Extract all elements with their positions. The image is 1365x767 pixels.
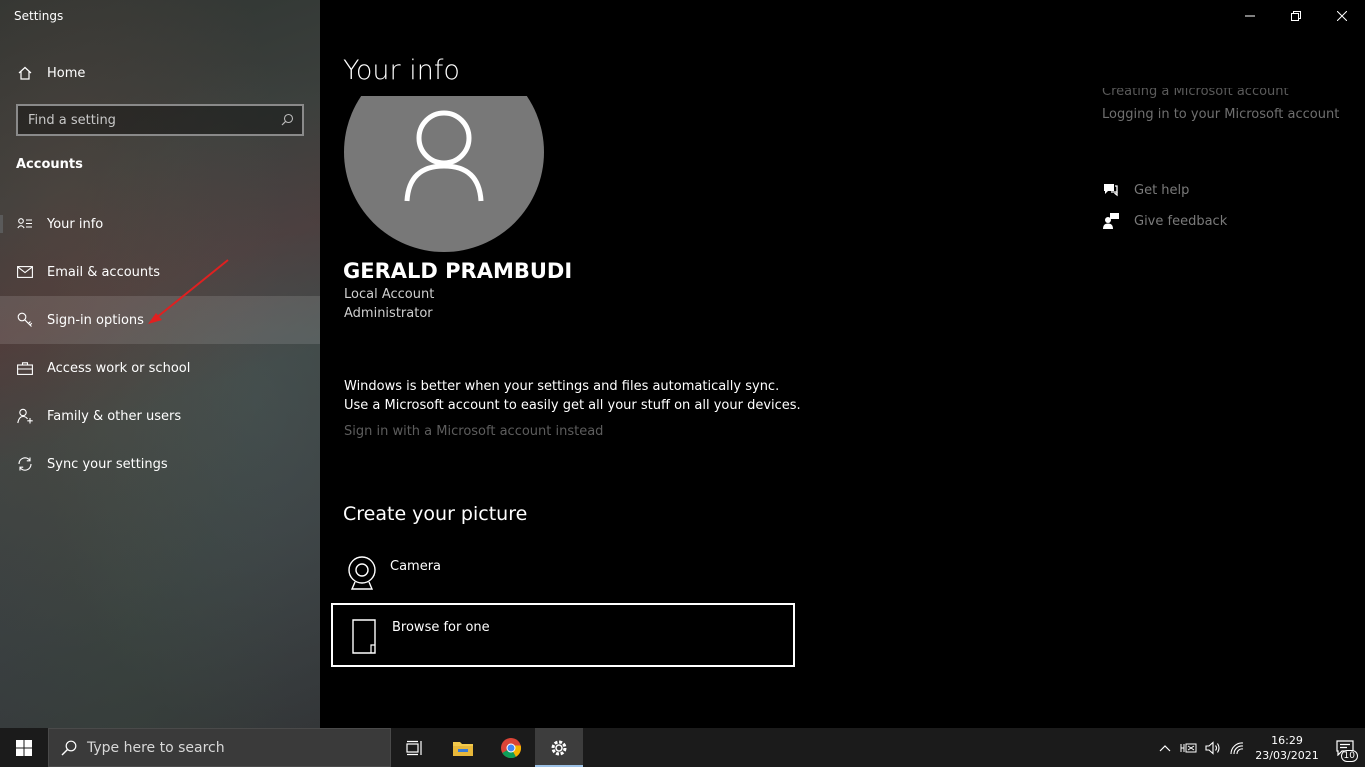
camera-option[interactable]: Camera (331, 540, 795, 604)
restore-button[interactable] (1273, 0, 1319, 32)
home-nav-item[interactable]: Home (0, 57, 320, 89)
action-center-button[interactable]: 10 (1325, 728, 1365, 767)
get-help-label: Get help (1134, 182, 1190, 198)
person-add-icon (17, 408, 33, 424)
volume-button[interactable] (1201, 728, 1225, 767)
briefcase-icon (17, 360, 33, 376)
taskbar: Type here to search 16:29 23/03/2021 10 (0, 728, 1365, 767)
minimize-icon (1245, 15, 1255, 17)
accounts-nav: Your info Email & accounts Sign-in optio… (0, 200, 320, 488)
feedback-person-icon (1102, 212, 1120, 230)
sidebar-item-sync-settings[interactable]: Sync your settings (0, 440, 320, 488)
chrome-icon (501, 737, 522, 758)
main-content: Your info GERALD PRAMBUDI Local Account … (320, 0, 1365, 728)
logging-ms-account-link[interactable]: Logging in to your Microsoft account (1102, 107, 1339, 122)
get-help-link[interactable]: Get help (1102, 181, 1189, 199)
taskbar-search-placeholder: Type here to search (87, 739, 225, 756)
taskbar-search[interactable]: Type here to search (48, 728, 391, 767)
notification-count-badge: 10 (1340, 750, 1358, 762)
home-icon (17, 65, 33, 81)
sidebar-item-label: Access work or school (47, 360, 191, 376)
close-icon (1337, 11, 1347, 21)
network-button[interactable] (1225, 728, 1249, 767)
sidebar-item-label: Sync your settings (47, 456, 168, 472)
create-picture-title: Create your picture (343, 503, 528, 525)
sidebar: Settings Home Accounts Your info (0, 0, 320, 728)
user-name: GERALD PRAMBUDI (343, 259, 573, 283)
sync-description: Windows is better when your settings and… (344, 379, 801, 413)
clock-date: 23/03/2021 (1255, 748, 1319, 762)
settings-window: Settings Home Accounts Your info (0, 0, 1365, 728)
sidebar-item-email-accounts[interactable]: Email & accounts (0, 248, 320, 296)
minimize-button[interactable] (1227, 0, 1273, 32)
sidebar-item-family-users[interactable]: Family & other users (0, 392, 320, 440)
folder-icon (453, 741, 473, 756)
camera-icon (347, 556, 379, 592)
gear-icon (551, 740, 567, 755)
sidebar-item-access-work-school[interactable]: Access work or school (0, 344, 320, 392)
app-title: Settings (14, 9, 64, 23)
tray-expand-button[interactable] (1153, 728, 1177, 767)
clock-time: 16:29 (1271, 733, 1303, 747)
power-status-button[interactable] (1177, 728, 1201, 767)
sidebar-item-sign-in-options[interactable]: Sign-in options (0, 296, 320, 344)
search-icon (61, 740, 77, 755)
battery-icon (1180, 743, 1197, 752)
sidebar-item-label: Family & other users (47, 408, 182, 424)
account-type: Local Account (344, 287, 435, 302)
task-view-button[interactable] (391, 728, 439, 767)
clock[interactable]: 16:29 23/03/2021 (1249, 733, 1325, 763)
sidebar-item-label: Sign-in options (47, 312, 144, 328)
sync-icon (17, 456, 33, 472)
search-icon[interactable] (281, 111, 294, 130)
window-controls (1227, 0, 1365, 32)
mail-icon (17, 264, 33, 280)
chrome-button[interactable] (487, 728, 535, 767)
sidebar-item-label: Email & accounts (47, 264, 161, 280)
sidebar-item-label: Your info (47, 216, 104, 232)
home-label: Home (47, 65, 86, 81)
settings-app-button[interactable] (535, 728, 583, 767)
task-view-icon (406, 740, 422, 755)
camera-label: Camera (390, 559, 442, 574)
restore-icon (1291, 11, 1301, 21)
account-role: Administrator (344, 306, 433, 321)
creating-ms-account-link[interactable]: Creating a Microsoft account (1102, 88, 1339, 99)
chevron-up-icon (1159, 744, 1171, 751)
browse-label: Browse for one (392, 620, 490, 635)
give-feedback-label: Give feedback (1134, 213, 1228, 229)
key-icon (17, 312, 33, 328)
user-silhouette-icon (404, 110, 484, 202)
find-setting-search[interactable] (16, 104, 304, 136)
give-feedback-link[interactable]: Give feedback (1102, 212, 1227, 230)
help-chat-icon (1102, 181, 1120, 199)
close-button[interactable] (1319, 0, 1365, 32)
windows-logo-icon (16, 739, 32, 756)
network-icon (1230, 741, 1244, 754)
section-title: Accounts (16, 157, 83, 172)
speaker-icon (1205, 740, 1220, 755)
find-setting-input[interactable] (28, 112, 281, 128)
sidebar-item-your-info[interactable]: Your info (0, 200, 320, 248)
related-settings: Creating a Microsoft account Logging in … (1102, 88, 1339, 130)
system-tray: 16:29 23/03/2021 10 (1153, 728, 1365, 767)
person-card-icon (17, 216, 33, 232)
browse-option[interactable]: Browse for one (331, 603, 795, 667)
start-button[interactable] (0, 728, 48, 767)
file-icon (349, 619, 381, 655)
page-title: Your info (343, 55, 460, 86)
sign-in-microsoft-link[interactable]: Sign in with a Microsoft account instead (344, 424, 603, 439)
file-explorer-button[interactable] (439, 728, 487, 767)
